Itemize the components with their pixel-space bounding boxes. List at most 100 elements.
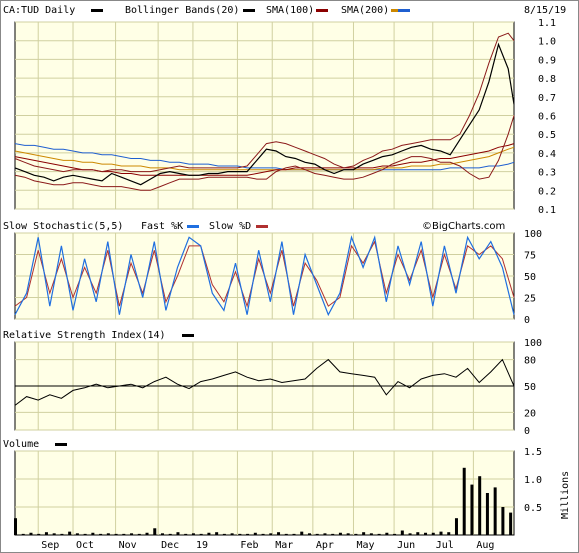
legend-swatch-slow-d — [256, 225, 268, 228]
x-tick-label: Oct — [76, 540, 94, 551]
legend-swatch-volume — [55, 443, 67, 446]
volume-bar — [509, 512, 513, 535]
volume-bar — [199, 533, 203, 535]
volume-bar — [447, 532, 451, 535]
volume-bar — [408, 533, 412, 535]
volume-bar — [346, 533, 350, 535]
y-tick-label: 20 — [524, 408, 536, 419]
y-tick-label: 25 — [524, 294, 536, 305]
volume-bar — [238, 533, 242, 535]
volume-bar — [52, 533, 56, 535]
legend-swatch-sma100 — [316, 9, 328, 12]
y-tick-label: 0.4 — [538, 149, 556, 160]
volume-bar — [60, 533, 64, 535]
legend-sma200: SMA(200) — [341, 5, 389, 16]
price-legend: CA:TUD Daily Bollinger Bands(20) SMA(100) S… — [3, 5, 566, 16]
volume-bar — [277, 532, 281, 535]
volume-bar — [176, 532, 180, 535]
volume-bar — [207, 532, 211, 535]
volume-bar — [385, 532, 389, 535]
volume-bar — [153, 528, 157, 535]
y-tick-label: 0 — [524, 315, 530, 326]
y-tick-label: 0.3 — [538, 168, 556, 179]
volume-bar — [284, 533, 288, 535]
volume-bar — [222, 533, 226, 535]
volume-bar — [493, 487, 497, 535]
volume-bar — [300, 531, 304, 535]
volume-bar — [424, 532, 428, 535]
volume-bar — [91, 532, 95, 535]
x-tick-label: 19 — [196, 540, 208, 551]
volume-bar — [462, 467, 466, 535]
volume-bar — [106, 533, 110, 535]
volume-bar — [37, 533, 41, 535]
panel-3-background — [14, 450, 515, 536]
y-tick-label: 50 — [524, 272, 536, 283]
y-tick-label: 50 — [524, 382, 536, 393]
x-tick-label: Aug — [476, 540, 494, 551]
y-tick-label: 100 — [524, 229, 542, 240]
volume-bar — [323, 533, 327, 535]
volume-bar — [215, 532, 219, 535]
volume-bar — [369, 533, 373, 535]
x-tick-label: Feb — [240, 540, 258, 551]
y-tick-label: 0.6 — [538, 112, 556, 123]
y-tick-label: 1.5 — [524, 447, 542, 458]
volume-bar — [29, 532, 33, 535]
legend-swatch-rsi — [182, 334, 194, 337]
y-tick-label: 0.1 — [538, 205, 556, 216]
y-tick-label: 80 — [524, 356, 536, 367]
stochastic-legend: Slow Stochastic(5,5) Fast %K Slow %D ©BigCh… — [3, 221, 505, 232]
volume-bar — [114, 533, 118, 535]
volume-legend: Volume — [3, 439, 67, 450]
volume-bar — [261, 533, 265, 535]
y-tick-label: 0.5 — [524, 503, 542, 514]
y-tick-label: 0.2 — [538, 186, 556, 197]
volume-bar — [454, 518, 458, 535]
volume-bar — [485, 493, 489, 535]
volume-bar — [416, 532, 420, 535]
legend-swatch-fast-k — [187, 225, 199, 228]
stochastic-title: Slow Stochastic(5,5) — [3, 221, 123, 232]
volume-bar — [122, 533, 126, 535]
volume-bar — [478, 476, 482, 535]
chart-date: 8/15/19 — [524, 5, 566, 16]
volume-bar — [130, 533, 134, 535]
volume-bar — [431, 532, 435, 535]
legend-swatch-price — [91, 9, 103, 12]
x-tick-label: Sep — [41, 540, 59, 551]
y-tick-label: 1.0 — [538, 37, 556, 48]
legend-title: CA:TUD Daily — [3, 5, 75, 16]
volume-bar — [137, 533, 141, 535]
volume-bar — [377, 533, 381, 535]
x-tick-label: Mar — [275, 540, 293, 551]
volume-bar — [14, 518, 17, 535]
legend-slow-d: Slow %D — [209, 221, 251, 232]
legend-swatch-bollinger — [243, 9, 255, 12]
stock-chart: 1.1 1.0 0.9 0.8 0.7 0.6 0.5 0.4 0.3 0.2 0.1 CA:TUD … — [0, 0, 579, 553]
legend-fast-k: Fast %K — [141, 221, 183, 232]
volume-bar — [68, 531, 72, 535]
rsi-legend: Relative Strength Index(14) — [3, 330, 194, 341]
volume-bar — [230, 533, 234, 535]
volume-bar — [315, 533, 319, 535]
volume-bar — [246, 533, 250, 535]
legend-sma100: SMA(100) — [266, 5, 314, 16]
y-tick-label: 0.7 — [538, 93, 556, 104]
x-tick-label: Jul — [436, 540, 454, 551]
volume-bar — [470, 484, 474, 535]
y-tick-label: 100 — [524, 338, 542, 349]
volume-bar — [307, 533, 311, 535]
volume-bar — [362, 532, 366, 535]
y-tick-label: 0.9 — [538, 55, 556, 66]
volume-bar — [191, 533, 195, 535]
volume-bar — [83, 533, 87, 535]
volume-bar — [439, 531, 443, 535]
volume-bar — [168, 533, 172, 535]
volume-bar — [44, 532, 48, 535]
volume-bar — [184, 533, 188, 535]
volume-bar — [269, 533, 273, 535]
volume-bar — [354, 533, 358, 535]
volume-bar — [75, 533, 79, 535]
rsi-title: Relative Strength Index(14) — [3, 330, 166, 341]
